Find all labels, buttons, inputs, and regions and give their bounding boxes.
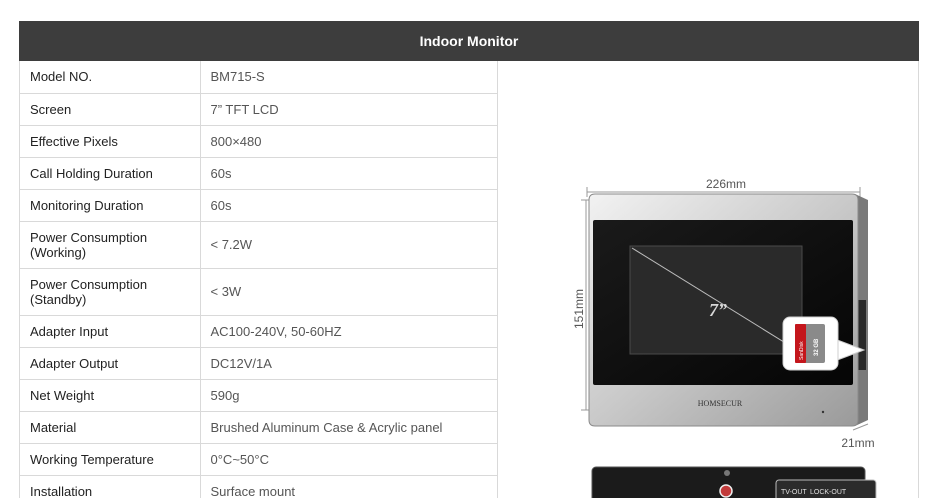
- table-row: Monitoring Duration 60s: [20, 188, 498, 222]
- spec-label: Adapter Output: [20, 346, 201, 380]
- spec-value: 800×480: [199, 124, 498, 158]
- spec-label: Power Consumption (Working): [20, 220, 201, 269]
- brand-label: HOMSECUR: [698, 399, 743, 408]
- spec-label: Monitoring Duration: [20, 188, 201, 222]
- sd-card-brand: SanDisk: [799, 341, 805, 360]
- sd-card-capacity: 32 GB: [814, 338, 820, 356]
- screen-size-label: 7”: [709, 300, 727, 320]
- spec-label: Call Holding Duration: [20, 156, 201, 190]
- spec-label: Screen: [20, 92, 201, 126]
- back-label-lock-out: LOCK-OUT: [810, 489, 847, 496]
- spec-table: Model NO. BM715-S Screen 7” TFT LCD Effe…: [20, 61, 498, 498]
- spec-sheet: Indoor Monitor Model NO. BM715-S Screen …: [19, 21, 919, 498]
- side-slot: [858, 300, 866, 370]
- spec-value: AC100-240V, 50-60HZ: [199, 314, 498, 348]
- table-row: Adapter Input AC100-240V, 50-60HZ: [20, 314, 498, 348]
- height-dimension-label: 151mm: [572, 289, 586, 329]
- table-row: Material Brushed Aluminum Case & Acrylic…: [20, 410, 498, 444]
- spec-label: Working Temperature: [20, 442, 201, 476]
- spec-value: 7” TFT LCD: [199, 92, 498, 126]
- table-row: Power Consumption (Working) < 7.2W: [20, 220, 498, 269]
- table-row: Power Consumption (Standby) < 3W: [20, 267, 498, 316]
- spec-value: 590g: [199, 378, 498, 412]
- spec-value: < 7.2W: [199, 220, 498, 269]
- spec-value: BM715-S: [199, 61, 498, 94]
- spec-value: Surface mount: [199, 474, 498, 498]
- spec-label: Net Weight: [20, 378, 201, 412]
- product-image: 226mm 151mm 7” HOMSECUR SanDisk 32 GB 21…: [498, 61, 919, 498]
- table-row: Net Weight 590g: [20, 378, 498, 412]
- spec-value: 60s: [199, 188, 498, 222]
- table-row: Effective Pixels 800×480: [20, 124, 498, 158]
- spec-label: Model NO.: [20, 61, 201, 94]
- indicator-led: [821, 410, 825, 414]
- spec-label: Effective Pixels: [20, 124, 201, 158]
- table-row: Working Temperature 0°C~50°C: [20, 442, 498, 476]
- spec-value: 60s: [199, 156, 498, 190]
- spec-value: Brushed Aluminum Case & Acrylic panel: [199, 410, 498, 444]
- table-row: Installation Surface mount: [20, 474, 498, 498]
- depth-dimension: 21mm: [841, 423, 875, 450]
- depth-dimension-label: 21mm: [841, 436, 874, 450]
- table-row: Screen 7” TFT LCD: [20, 92, 498, 126]
- table-row: Adapter Output DC12V/1A: [20, 346, 498, 380]
- table-row: Model NO. BM715-S: [20, 61, 498, 94]
- monitor-back-view: TV-OUT LOCK-OUT: [591, 466, 877, 498]
- spec-label: Material: [20, 410, 201, 444]
- spec-label: Power Consumption (Standby): [20, 267, 201, 316]
- height-dimension: 151mm: [572, 199, 591, 411]
- section-title: Indoor Monitor: [419, 33, 519, 49]
- spec-label: Adapter Input: [20, 314, 201, 348]
- spec-value: < 3W: [199, 267, 498, 316]
- spec-value: 0°C~50°C: [199, 442, 498, 476]
- table-row: Call Holding Duration 60s: [20, 156, 498, 190]
- width-dimension-label: 226mm: [706, 177, 746, 191]
- spec-label: Installation: [20, 474, 201, 498]
- section-header: Indoor Monitor: [19, 21, 919, 61]
- back-label-tv-out: TV-OUT: [781, 489, 807, 496]
- spec-value: DC12V/1A: [199, 346, 498, 380]
- spec-body: Model NO. BM715-S Screen 7” TFT LCD Effe…: [19, 61, 919, 498]
